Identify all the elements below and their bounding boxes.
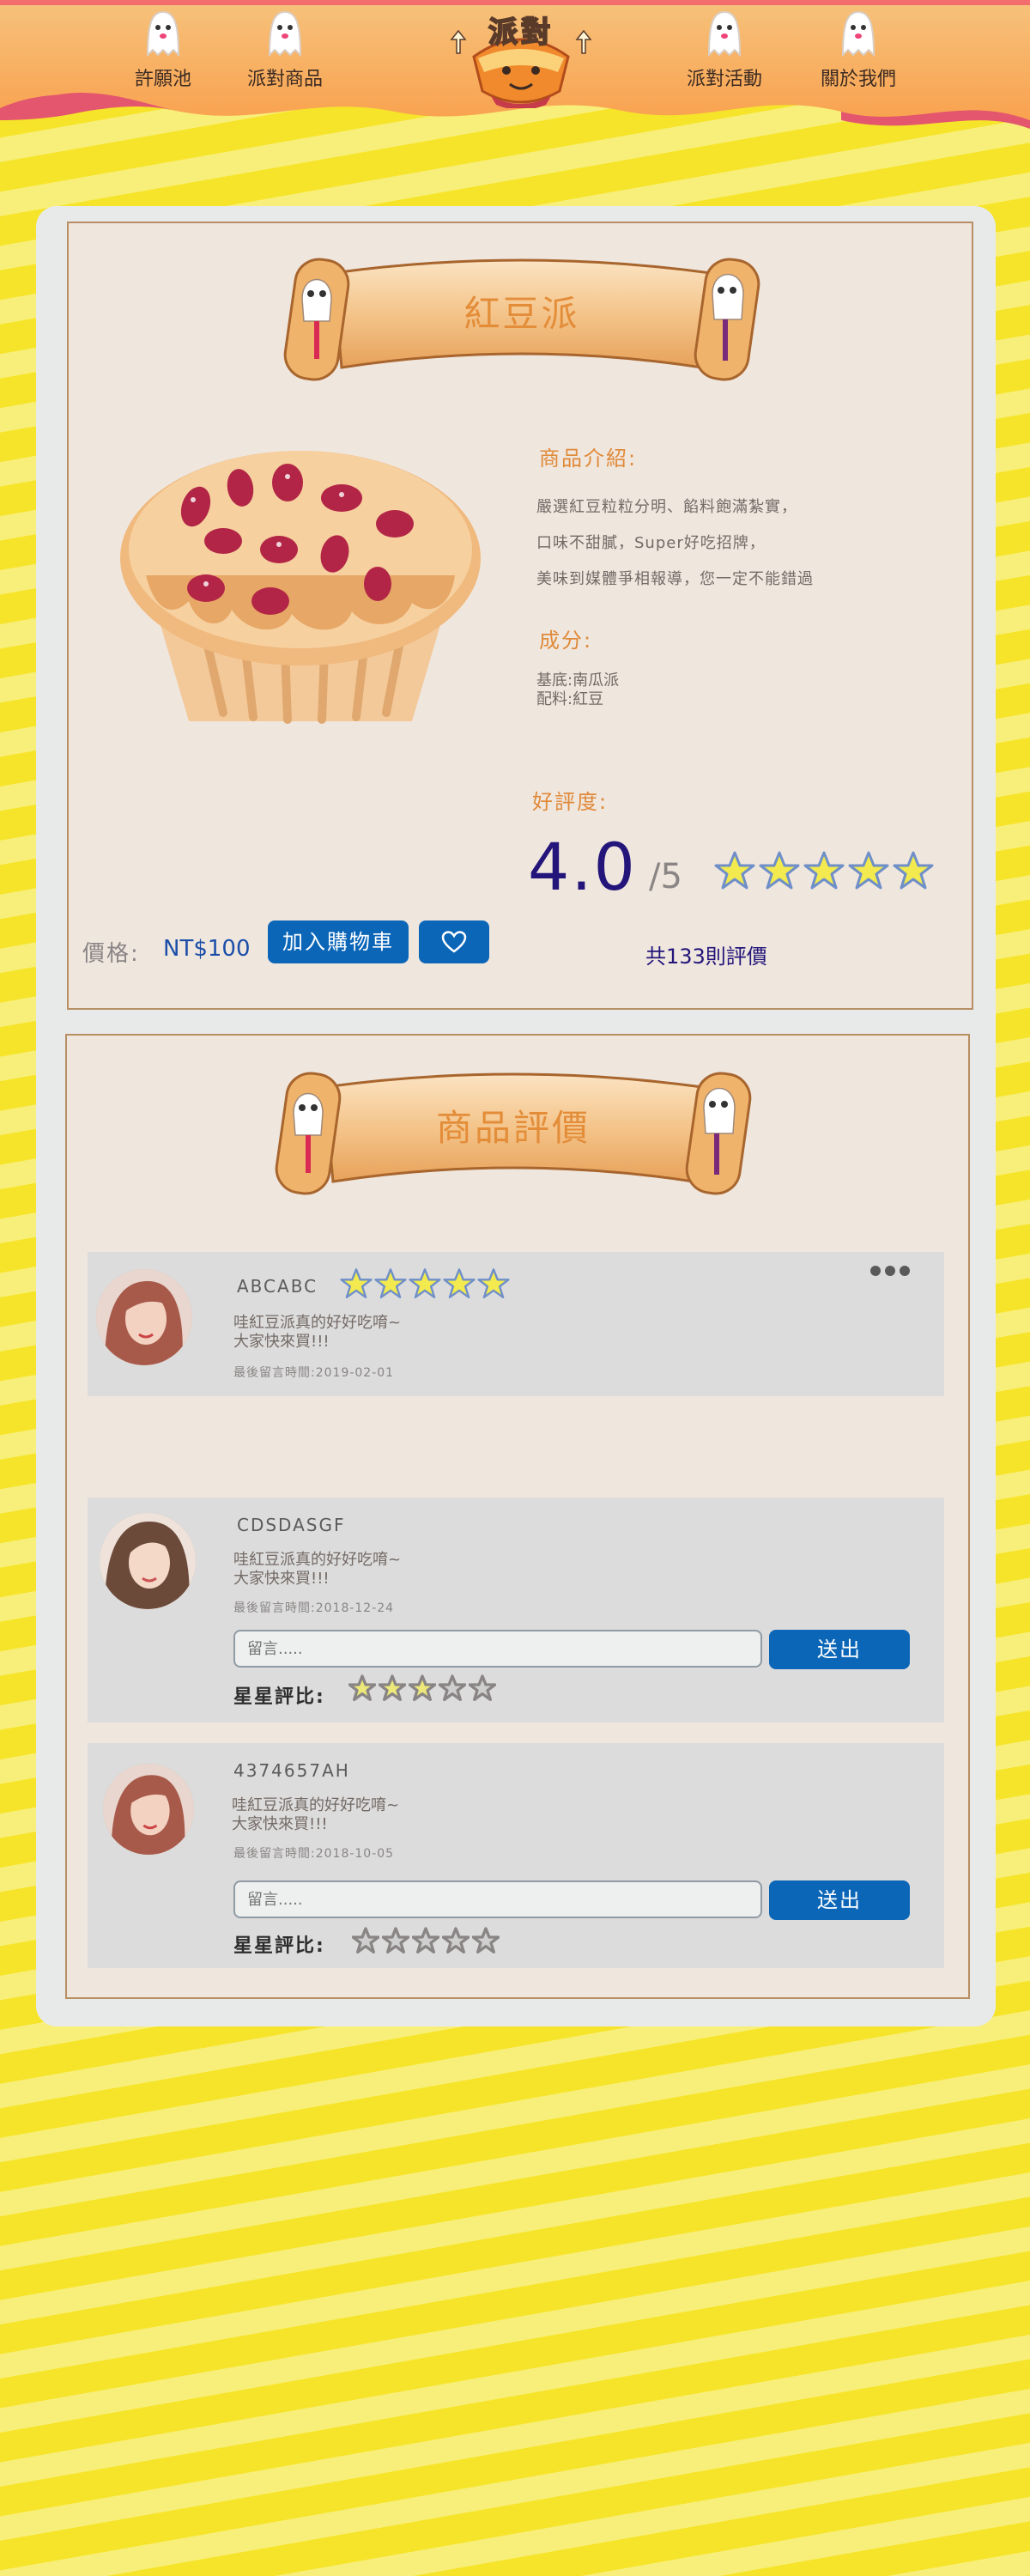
star-rating-input[interactable] [348, 1674, 496, 1702]
star-icon[interactable] [442, 1927, 470, 1954]
product-card: 紅豆派 商品介紹: 嚴選紅豆粒粒分明、餡料飽滿紮實， 口味不甜膩，Super好吃… [67, 222, 973, 1010]
send-button[interactable]: 送出 [769, 1880, 910, 1920]
nav-label: 關於我們 [820, 69, 896, 90]
reviewer-name: 4374657AH [233, 1760, 350, 1781]
star-icon [848, 851, 889, 890]
star-rating-input[interactable] [352, 1927, 500, 1954]
reviewer-name: ABCABC [237, 1276, 318, 1297]
rating-score: 4.0 [528, 829, 637, 905]
star-icon[interactable] [409, 1674, 436, 1702]
review-item: CDSDASGF 哇紅豆派真的好好吃唷~ 大家快來買!!! 最後留言時間:201… [88, 1498, 944, 1722]
nav-label: 派對活動 [686, 69, 762, 90]
reviewer-name: CDSDASGF [237, 1515, 346, 1535]
intro-line: 嚴選紅豆粒粒分明、餡料飽滿紮實， [536, 498, 797, 516]
rate-label: 星星評比: [233, 1686, 325, 1708]
product-rating-stars [714, 850, 934, 891]
star-icon [714, 851, 755, 890]
star-icon[interactable] [439, 1674, 466, 1702]
reviews-card: 商品評價 ABCABC 哇紅豆派真的好好吃唷~ 大家快來買!!! 最後留言時間:… [65, 1034, 970, 1999]
favorite-button[interactable] [419, 920, 489, 963]
site-logo[interactable]: 派對 [439, 5, 603, 110]
star-icon[interactable] [352, 1927, 379, 1954]
star-icon [409, 1268, 441, 1299]
review-text: 哇紅豆派真的好好吃唷~ [233, 1551, 402, 1569]
red-bean-pie-image [120, 451, 481, 724]
review-item: ABCABC 哇紅豆派真的好好吃唷~ 大家快來買!!! 最後留言時間:2019-… [88, 1252, 944, 1396]
avatar [100, 1513, 196, 1609]
star-icon[interactable] [348, 1674, 376, 1702]
nav-item-wishing-pool[interactable]: 許願池 [103, 9, 223, 91]
product-title: 紅豆派 [464, 293, 580, 335]
avatar [96, 1269, 192, 1365]
user-avatar-image [96, 1269, 192, 1365]
ghost-icon [268, 10, 302, 58]
star-icon [759, 851, 800, 890]
star-icon [477, 1268, 510, 1299]
user-avatar-image [103, 1764, 194, 1855]
nav-item-party-events[interactable]: 派對活動 [664, 9, 785, 91]
reviews-title-banner: 商品評價 [264, 1053, 762, 1207]
review-text: 哇紅豆派真的好好吃唷~ [232, 1796, 400, 1814]
review-text: 大家快來買!!! [233, 1570, 330, 1588]
price-value: NT$100 [163, 936, 251, 962]
add-to-cart-button[interactable]: 加入購物車 [268, 920, 409, 963]
heart-icon [441, 931, 467, 953]
reviews-title: 商品評價 [435, 1107, 591, 1149]
site-header: 許願池 派對商品 派對 派對活動 關於我們 [0, 0, 1030, 146]
star-icon [803, 851, 845, 890]
star-icon [443, 1268, 476, 1299]
nav-label: 許願池 [134, 69, 191, 90]
user-avatar-image [100, 1513, 196, 1609]
review-time: 最後留言時間:2019-02-01 [233, 1366, 395, 1380]
ghost-icon [146, 10, 180, 58]
main-panel: 紅豆派 商品介紹: 嚴選紅豆粒粒分明、餡料飽滿紮實， 口味不甜膩，Super好吃… [36, 206, 996, 2026]
review-text: 哇紅豆派真的好好吃唷~ [233, 1314, 402, 1332]
rating-title: 好評度: [532, 790, 609, 814]
intro-line: 口味不甜膩，Super好吃招牌， [536, 534, 766, 552]
review-item: 4374657AH 哇紅豆派真的好好吃唷~ 大家快來買!!! 最後留言時間:20… [88, 1743, 944, 1968]
price-label: 價格: [82, 941, 140, 967]
ingredients-title: 成分: [539, 629, 593, 653]
comment-input[interactable] [233, 1630, 762, 1668]
review-rating-stars [340, 1267, 510, 1300]
ghost-icon [841, 10, 876, 58]
star-icon[interactable] [382, 1927, 409, 1954]
ingredient-line: 配料:紅豆 [536, 690, 604, 708]
star-icon[interactable] [469, 1674, 496, 1702]
nav-item-about-us[interactable]: 關於我們 [798, 9, 918, 91]
product-title-banner: 紅豆派 [273, 239, 771, 393]
avatar [103, 1764, 194, 1855]
star-icon [374, 1268, 407, 1299]
nav-label: 派對商品 [246, 69, 323, 90]
comment-input[interactable] [233, 1880, 762, 1918]
ghost-icon [707, 10, 742, 58]
more-options-icon[interactable] [870, 1266, 910, 1276]
review-time: 最後留言時間:2018-12-24 [233, 1601, 395, 1615]
intro-title: 商品介紹: [539, 447, 638, 471]
review-text: 大家快來買!!! [233, 1333, 330, 1351]
star-icon[interactable] [472, 1927, 500, 1954]
reviews-count[interactable]: 共133則評價 [645, 939, 767, 969]
star-icon [893, 851, 934, 890]
intro-line: 美味到媒體爭相報導，您一定不能錯過 [536, 570, 814, 588]
logo-text: 派對 [488, 15, 554, 51]
rating-outof: /5 [649, 857, 682, 896]
review-text: 大家快來買!!! [232, 1815, 328, 1833]
star-icon [340, 1268, 373, 1299]
star-icon[interactable] [379, 1674, 406, 1702]
nav-item-party-products[interactable]: 派對商品 [225, 9, 345, 91]
review-time: 最後留言時間:2018-10-05 [233, 1847, 395, 1861]
rate-label: 星星評比: [233, 1935, 325, 1957]
send-button[interactable]: 送出 [769, 1630, 910, 1669]
star-icon[interactable] [412, 1927, 439, 1954]
